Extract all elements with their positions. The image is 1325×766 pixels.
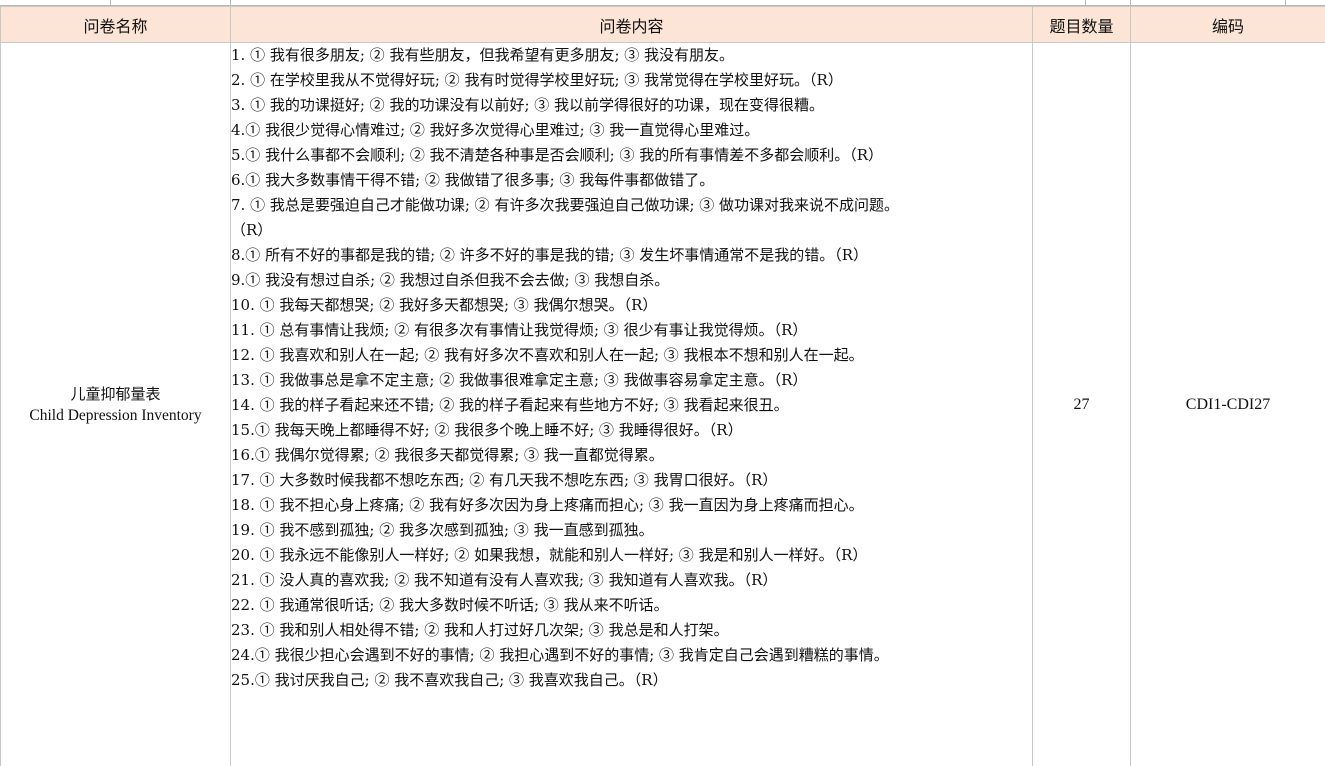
question-item: 12. ① 我喜欢和别人在一起; ② 我有好多次不喜欢和别人在一起; ③ 我根本…: [231, 346, 864, 364]
question-item: 10. ① 我每天都想哭; ② 我好多天都想哭; ③ 我偶尔想哭。（R）: [231, 296, 658, 314]
code-cell[interactable]: CDI1-CDI27: [1130, 42, 1325, 766]
question-item: 9.① 我没有想过自杀; ② 我想过自杀但我不会去做; ③ 我想自杀。: [231, 271, 670, 289]
question-item: 2. ① 在学校里我从不觉得好玩; ② 我有时觉得学校里好玩; ③ 我常觉得在学…: [231, 71, 843, 89]
column-divider: [230, 0, 231, 5]
question-item: 7. ① 我总是要强迫自己才能做功课; ② 有许多次我要强迫自己做功课; ③ 做…: [231, 196, 900, 214]
question-item: 8.① 所有不好的事都是我的错; ② 许多不好的事是我的错; ③ 发生坏事情通常…: [231, 246, 869, 264]
column-divider: [1130, 0, 1131, 5]
questionnaire-name-en: Child Depression Inventory: [29, 406, 202, 424]
question-count-cell[interactable]: 27: [1032, 42, 1131, 766]
question-item: 1. ① 我有很多朋友; ② 我有些朋友，但我希望有更多朋友; ③ 我没有朋友。: [231, 46, 735, 64]
question-item: 16.① 我偶尔觉得累; ② 我很多天都觉得累; ③ 我一直都觉得累。: [231, 446, 664, 464]
question-item: 6.① 我大多数事情干得不错; ② 我做错了很多事; ③ 我每件事都做错了。: [231, 171, 715, 189]
table-row: 儿童抑郁量表 Child Depression Inventory 1. ① 我…: [0, 42, 1325, 766]
header-cell-content[interactable]: 问卷内容: [230, 6, 1033, 43]
question-item: 4.① 我很少觉得心情难过; ② 我好多次觉得心里难过; ③ 我一直觉得心里难过…: [231, 121, 760, 139]
questionnaire-table: 问卷名称 问卷内容 题目数量 编码 儿童抑郁量表 Child Depressio…: [0, 6, 1325, 766]
header-cell-count[interactable]: 题目数量: [1032, 6, 1131, 43]
question-item: 20. ① 我永远不能像别人一样好; ② 如果我想，就能和别人一样好; ③ 我是…: [231, 546, 868, 564]
question-item: 23. ① 我和别人相处得不错; ② 我和人打过好几次架; ③ 我总是和人打架。: [231, 621, 729, 639]
question-item: 19. ① 我不感到孤独; ② 我多次感到孤独; ③ 我一直感到孤独。: [231, 521, 654, 539]
question-item: 22. ① 我通常很听话; ② 我大多数时候不听话; ③ 我从来不听话。: [231, 596, 669, 614]
header-row: 问卷名称 问卷内容 题目数量 编码: [0, 6, 1325, 43]
question-item: 21. ① 没人真的喜欢我; ② 我不知道有没有人喜欢我; ③ 我知道有人喜欢我…: [231, 571, 778, 589]
question-item: 24.① 我很少担心会遇到不好的事情; ② 我担心遇到不好的事情; ③ 我肯定自…: [231, 646, 889, 664]
column-divider: [1085, 0, 1086, 5]
question-item: 3. ① 我的功课挺好; ② 我的功课没有以前好; ③ 我以前学得很好的功课，现…: [231, 96, 825, 114]
questionnaire-name-cn: 儿童抑郁量表: [70, 384, 161, 403]
question-item-continuation: （R）: [231, 221, 273, 239]
header-cell-code[interactable]: 编码: [1130, 6, 1325, 43]
header-cell-name[interactable]: 问卷名称: [0, 6, 231, 43]
column-divider: [1285, 0, 1286, 5]
question-item: 13. ① 我做事总是拿不定主意; ② 我做事很难拿定主意; ③ 我做事容易拿定…: [231, 371, 808, 389]
question-item: 11. ① 总有事情让我烦; ② 有很多次有事情让我觉得烦; ③ 很少有事让我觉…: [231, 321, 808, 339]
question-item: 14. ① 我的样子看起来还不错; ② 我的样子看起来有些地方不好; ③ 我看起…: [231, 396, 789, 414]
question-item: 17. ① 大多数时候我都不想吃东西; ② 有几天我不想吃东西; ③ 我胃口很好…: [231, 471, 778, 489]
question-item: 5.① 我什么事都不会顺利; ② 我不清楚各种事是否会顺利; ③ 我的所有事情差…: [231, 146, 884, 164]
question-item: 18. ① 我不担心身上疼痛; ② 我有好多次因为身上疼痛而担心; ③ 我一直因…: [231, 496, 864, 514]
column-divider: [110, 0, 111, 5]
questionnaire-content-cell[interactable]: 1. ① 我有很多朋友; ② 我有些朋友，但我希望有更多朋友; ③ 我没有朋友。…: [230, 42, 1033, 766]
question-item: 15.① 我每天晚上都睡得不好; ② 我很多个晚上睡不好; ③ 我睡得很好。（R…: [231, 421, 743, 439]
questionnaire-name-cell[interactable]: 儿童抑郁量表 Child Depression Inventory: [0, 42, 231, 766]
question-item: 25.① 我讨厌我自己; ② 我不喜欢我自己; ③ 我喜欢我自己。（R）: [231, 671, 668, 689]
